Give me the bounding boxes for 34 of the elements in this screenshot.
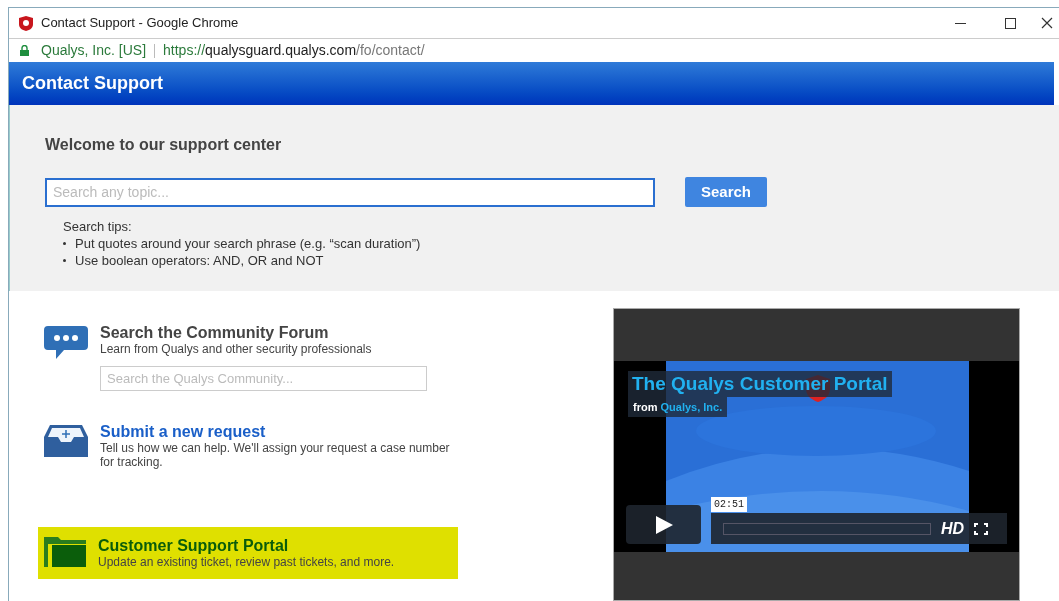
community-search-field[interactable]: Search the Qualys Community... — [100, 366, 427, 391]
option-title-link[interactable]: Customer Support Portal — [98, 537, 458, 555]
play-icon — [653, 514, 674, 535]
speech-bubble-icon — [44, 324, 88, 360]
play-button[interactable] — [626, 505, 701, 544]
option-description: Tell us how we can help. We'll assign your request a case number for tracking. — [100, 441, 451, 469]
search-field[interactable]: Search any topic... — [45, 177, 655, 207]
tip-text: Put quotes around your search phrase (e.g. “scan duration”) — [75, 235, 421, 252]
tip-text: Use boolean operators: AND, OR and NOT — [75, 252, 324, 269]
fullscreen-icon[interactable] — [974, 522, 989, 535]
author-link[interactable]: Qualys, Inc. — [660, 401, 723, 413]
window-title: Contact Support - Google Chrome — [41, 14, 239, 33]
time-tooltip: 02:51 — [711, 497, 747, 512]
close-icon[interactable] — [1041, 17, 1053, 29]
video-byline: from Qualys, Inc. — [628, 397, 728, 417]
welcome-heading: Welcome to our support center — [45, 135, 283, 155]
search-button[interactable]: Search — [685, 177, 768, 207]
hd-button[interactable]: HD — [941, 516, 965, 541]
option-title-link[interactable]: Submit a new request — [100, 423, 460, 441]
progress-track[interactable] — [723, 522, 931, 535]
site-identity: Qualys, Inc. [US] — [41, 41, 147, 60]
option-title-link[interactable]: Search the Community Forum — [100, 324, 460, 342]
bullet-icon — [63, 259, 66, 262]
option-description: Learn from Qualys and other security professionals — [100, 342, 373, 356]
shield-icon — [19, 15, 33, 31]
page-title: Contact Support — [22, 72, 163, 95]
inbox-icon — [44, 423, 88, 457]
tips-title: Search tips: — [63, 218, 133, 235]
address-text[interactable]: https://qualysguard.qualys.com/fo/contact/ — [163, 40, 425, 61]
video-title[interactable]: The Qualys Customer Portal — [628, 371, 892, 397]
option-description: Update an existing ticket, review past tickets, and more. — [98, 555, 396, 569]
bullet-icon — [63, 242, 66, 245]
lock-icon — [20, 45, 29, 56]
folder-icon — [44, 537, 86, 567]
